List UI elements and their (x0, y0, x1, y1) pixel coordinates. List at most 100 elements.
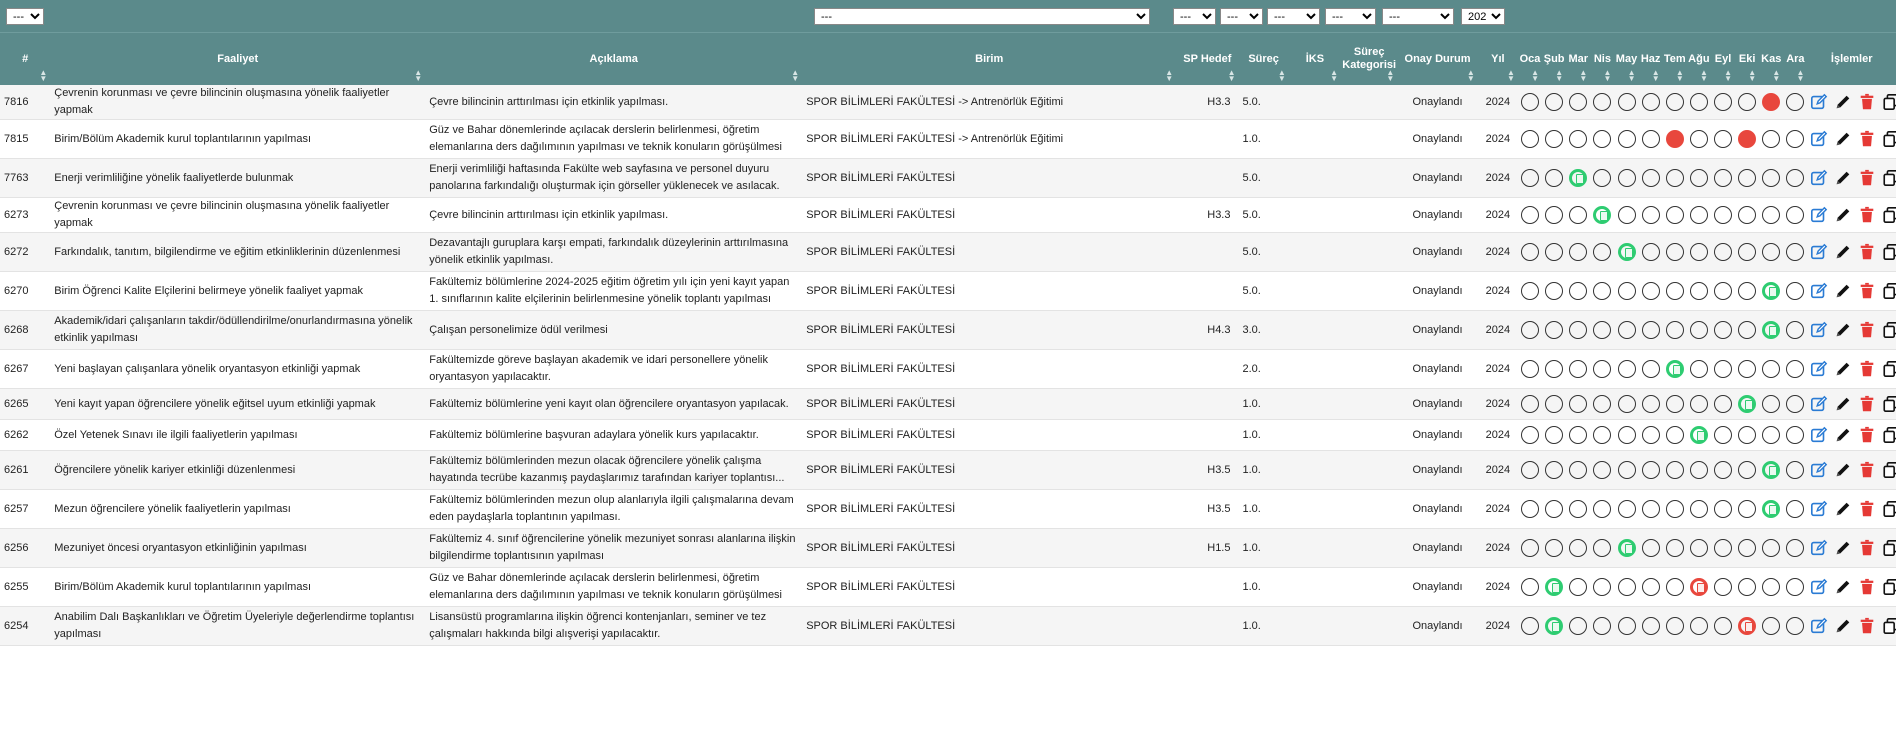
pencil-icon[interactable] (1834, 360, 1852, 378)
month-status-circle[interactable] (1593, 500, 1612, 518)
month-status-circle[interactable] (1714, 169, 1732, 187)
month-status-circle[interactable] (1521, 360, 1539, 378)
trash-icon[interactable] (1858, 321, 1876, 339)
month-status-circle[interactable] (1521, 426, 1539, 444)
month-status-circle[interactable] (1689, 539, 1708, 557)
month-status-circle[interactable] (1738, 395, 1757, 413)
month-status-circle[interactable] (1665, 500, 1684, 518)
month-status-circle[interactable] (1521, 395, 1539, 413)
pencil-icon[interactable] (1834, 130, 1852, 148)
month-status-circle[interactable] (1738, 282, 1757, 300)
month-status-circle[interactable] (1593, 426, 1612, 444)
column-header[interactable]: Süreç ▲ ▼ (1238, 32, 1289, 85)
edit-square-icon[interactable] (1810, 243, 1828, 261)
month-status-circle[interactable] (1617, 578, 1636, 596)
month-status-circle[interactable] (1617, 395, 1636, 413)
month-status-circle[interactable] (1786, 578, 1805, 596)
month-status-circle[interactable] (1689, 578, 1708, 596)
month-status-circle[interactable] (1762, 426, 1781, 444)
month-status-circle[interactable] (1569, 243, 1588, 261)
month-status-circle[interactable] (1786, 206, 1805, 224)
column-header[interactable]: Ara ▲ ▼ (1783, 32, 1808, 85)
edit-square-icon[interactable] (1810, 500, 1828, 518)
month-status-circle[interactable] (1641, 169, 1660, 187)
month-status-circle[interactable] (1665, 395, 1684, 413)
month-status-circle[interactable] (1569, 617, 1588, 635)
month-status-circle[interactable] (1665, 578, 1684, 596)
month-status-circle[interactable] (1617, 321, 1636, 339)
month-status-circle[interactable] (1593, 395, 1612, 413)
month-status-circle[interactable] (1762, 93, 1781, 111)
month-status-circle[interactable] (1714, 461, 1732, 479)
month-status-circle[interactable] (1738, 617, 1757, 635)
month-status-circle[interactable] (1617, 93, 1636, 111)
month-status-circle[interactable] (1593, 130, 1612, 148)
month-status-circle[interactable] (1545, 321, 1564, 339)
month-status-circle[interactable] (1569, 321, 1588, 339)
month-status-circle[interactable] (1665, 321, 1684, 339)
month-status-circle[interactable] (1714, 617, 1732, 635)
column-header[interactable]: Tem ▲ ▼ (1662, 32, 1687, 85)
month-status-circle[interactable] (1689, 395, 1708, 413)
sort-icon[interactable]: ▲ ▼ (1531, 69, 1539, 83)
month-status-circle[interactable] (1569, 461, 1588, 479)
month-status-circle[interactable] (1545, 206, 1564, 224)
copy-icon[interactable] (1882, 169, 1896, 187)
month-status-circle[interactable] (1641, 206, 1660, 224)
pencil-icon[interactable] (1834, 578, 1852, 596)
trash-icon[interactable] (1858, 461, 1876, 479)
column-header[interactable]: Oca ▲ ▼ (1517, 32, 1543, 85)
month-status-circle[interactable] (1786, 93, 1805, 111)
sort-icon[interactable]: ▲ ▼ (414, 69, 422, 83)
month-status-circle[interactable] (1786, 461, 1805, 479)
sort-icon[interactable]: ▲ ▼ (1604, 69, 1612, 83)
month-status-circle[interactable] (1665, 539, 1684, 557)
month-status-circle[interactable] (1545, 461, 1564, 479)
month-status-circle[interactable] (1617, 130, 1636, 148)
column-header[interactable]: Süreç Kategorisi ▲ ▼ (1341, 32, 1398, 85)
month-status-circle[interactable] (1762, 578, 1781, 596)
trash-icon[interactable] (1858, 243, 1876, 261)
column-header[interactable]: Eyl ▲ ▼ (1710, 32, 1736, 85)
trash-icon[interactable] (1858, 426, 1876, 444)
column-header[interactable]: # ▲ ▼ (0, 32, 51, 85)
month-status-circle[interactable] (1569, 395, 1588, 413)
column-header[interactable]: Nis ▲ ▼ (1590, 32, 1615, 85)
copy-icon[interactable] (1882, 282, 1896, 300)
month-status-circle[interactable] (1641, 500, 1660, 518)
edit-square-icon[interactable] (1810, 539, 1828, 557)
month-status-circle[interactable] (1545, 130, 1564, 148)
month-status-circle[interactable] (1569, 130, 1588, 148)
month-status-circle[interactable] (1714, 539, 1732, 557)
sort-icon[interactable]: ▲ ▼ (1579, 69, 1587, 83)
month-status-circle[interactable] (1714, 93, 1732, 111)
pencil-icon[interactable] (1834, 206, 1852, 224)
month-status-circle[interactable] (1738, 130, 1757, 148)
month-status-circle[interactable] (1665, 93, 1684, 111)
column-header[interactable]: Ağu ▲ ▼ (1686, 32, 1711, 85)
month-status-circle[interactable] (1545, 243, 1564, 261)
month-status-circle[interactable] (1714, 130, 1732, 148)
month-status-circle[interactable] (1569, 282, 1588, 300)
sort-icon[interactable]: ▲ ▼ (1228, 69, 1236, 83)
month-status-circle[interactable] (1521, 130, 1539, 148)
edit-square-icon[interactable] (1810, 360, 1828, 378)
month-status-circle[interactable] (1762, 617, 1781, 635)
month-status-circle[interactable] (1786, 617, 1805, 635)
month-status-circle[interactable] (1521, 617, 1539, 635)
month-status-circle[interactable] (1762, 395, 1781, 413)
sort-icon[interactable]: ▲ ▼ (791, 69, 799, 83)
month-status-circle[interactable] (1569, 169, 1588, 187)
month-status-circle[interactable] (1569, 578, 1588, 596)
month-status-circle[interactable] (1593, 282, 1612, 300)
edit-square-icon[interactable] (1810, 461, 1828, 479)
month-status-circle[interactable] (1762, 360, 1781, 378)
month-status-circle[interactable] (1641, 461, 1660, 479)
month-status-circle[interactable] (1569, 360, 1588, 378)
trash-icon[interactable] (1858, 282, 1876, 300)
month-status-circle[interactable] (1786, 130, 1805, 148)
column-header[interactable]: Kas ▲ ▼ (1759, 32, 1784, 85)
month-status-circle[interactable] (1545, 426, 1564, 444)
month-status-circle[interactable] (1714, 426, 1732, 444)
month-status-circle[interactable] (1689, 617, 1708, 635)
